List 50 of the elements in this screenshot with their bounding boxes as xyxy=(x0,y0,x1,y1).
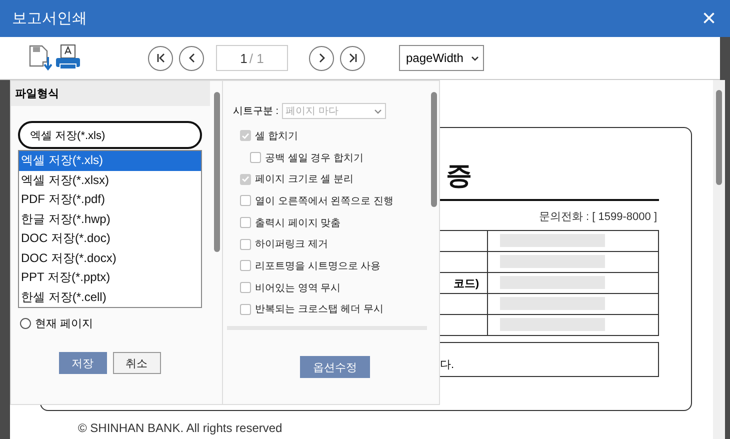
table-cell-text: 코드) xyxy=(453,276,479,290)
close-button[interactable]: × xyxy=(702,6,716,30)
note-text: 다. xyxy=(440,358,454,372)
save-button[interactable]: 저장 xyxy=(58,352,106,374)
zoom-select[interactable]: pageWidth xyxy=(399,45,484,71)
checkbox[interactable] xyxy=(240,217,251,228)
checkbox-label: 페이지 크기로 셀 분리 xyxy=(255,173,354,186)
next-page-button[interactable] xyxy=(309,46,334,70)
bar-chevron-left-icon xyxy=(154,52,166,64)
copyright-text: © SHINHAN BANK. All rights reserved xyxy=(78,421,282,435)
previous-page-button[interactable] xyxy=(179,46,204,70)
document-title: 증 xyxy=(446,160,472,190)
checkbox-label: 반복되는 크로스탭 헤더 무시 xyxy=(255,303,384,316)
checkbox-label: 셀 합치기 xyxy=(255,130,298,143)
caret-icon xyxy=(374,108,382,114)
checkbox[interactable] xyxy=(240,282,251,294)
checkbox[interactable] xyxy=(240,260,251,272)
dropdown-option[interactable]: DOC 저장(*.docx) xyxy=(19,248,201,268)
phone-text: 문의전화 : [ 1599-8000 ] xyxy=(539,211,657,223)
save-file-icon[interactable] xyxy=(28,44,52,72)
dropdown-option[interactable]: PDF 저장(*.pdf) xyxy=(19,190,201,210)
checkbox-label: 열이 오른쪽에서 왼쪽으로 진행 xyxy=(255,194,394,208)
checkbox[interactable] xyxy=(240,238,251,250)
section-header: 파일형식 xyxy=(15,87,59,101)
last-page-button[interactable] xyxy=(340,46,365,70)
scrollbar[interactable] xyxy=(713,80,725,439)
dropdown-option[interactable]: 엑셀 저장(*.xls) xyxy=(19,151,201,170)
checkbox-label: 공백 셀일 경우 합치기 xyxy=(265,152,364,165)
page-number-field[interactable]: 1/ 1 xyxy=(216,45,288,71)
edit-options-button[interactable]: 옵션수정 xyxy=(300,356,370,378)
dropdown-option[interactable]: 한셀 저장(*.cell) xyxy=(19,288,201,307)
radio-label: 현재 페이지 xyxy=(35,317,94,331)
checkbox[interactable] xyxy=(240,304,251,315)
dropdown-option[interactable]: 한글 저장(*.hwp) xyxy=(19,210,201,229)
radio-button[interactable] xyxy=(20,318,31,329)
first-page-button[interactable] xyxy=(148,46,173,70)
chevron-right-bar-icon xyxy=(346,52,358,64)
caret-icon xyxy=(471,56,480,60)
sheet-label: 시트구분 : xyxy=(233,105,279,118)
format-select[interactable]: 엑셀 저장(*.xls) xyxy=(18,121,202,149)
window-title: 보고서인쇄 xyxy=(12,9,87,28)
dropdown-option[interactable]: 엑셀 저장(*.xlsx) xyxy=(19,170,201,190)
cancel-button[interactable]: 취소 xyxy=(112,352,160,374)
checkbox-label: 리포트명을 시트명으로 사용 xyxy=(255,260,381,273)
checkbox-label: 하이퍼링크 제거 xyxy=(255,238,328,252)
checkbox-label: 비어있는 영역 무시 xyxy=(255,282,341,295)
checkbox[interactable] xyxy=(240,195,251,206)
checkbox-label: 출력시 페이지 맞춤 xyxy=(255,216,341,230)
dropdown-option[interactable]: DOC 저장(*.doc) xyxy=(19,229,201,248)
dropdown-option[interactable]: PPT 저장(*.pptx) xyxy=(19,268,201,288)
